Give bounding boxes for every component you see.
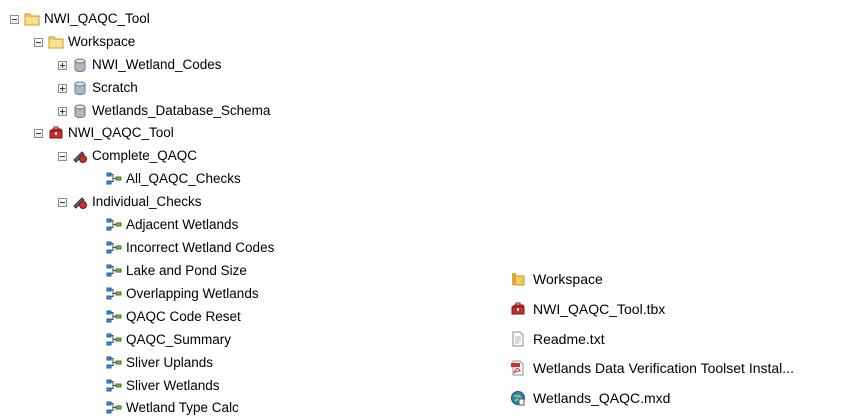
model-icon	[106, 240, 122, 256]
tree-workspace-label: Workspace	[68, 34, 136, 49]
tree-model[interactable]: QAQC Code Reset	[106, 307, 241, 327]
model-icon	[106, 286, 122, 302]
tree-model-label: All_QAQC_Checks	[126, 171, 241, 186]
tree-model[interactable]: Lake and Pond Size	[106, 261, 247, 281]
tree-model-label: Sliver Uplands	[126, 355, 214, 370]
file-label: NWI_QAQC_Tool.tbx	[533, 301, 666, 317]
toolbox-icon	[48, 125, 64, 141]
tree-model[interactable]: Wetland Type Calc	[106, 398, 239, 418]
file-label: Readme.txt	[533, 331, 605, 347]
tree-root[interactable]: NWI_QAQC_Tool	[10, 9, 150, 29]
file-item[interactable]: Wetlands_QAQC.mxd	[510, 387, 670, 409]
tree-database[interactable]: Scratch	[58, 78, 138, 98]
model-icon	[106, 309, 122, 325]
file-label: Wetlands Data Verification Toolset Insta…	[533, 360, 794, 376]
tree-model-label: Incorrect Wetland Codes	[126, 240, 275, 255]
expand-toggle[interactable]	[58, 60, 67, 70]
file-item[interactable]: Workspace	[510, 268, 603, 290]
tree-model[interactable]: Adjacent Wetlands	[106, 215, 238, 235]
collapse-toggle[interactable]	[58, 151, 67, 161]
file-label: Workspace	[533, 271, 603, 287]
tree-toolset-label: Complete_QAQC	[92, 148, 198, 163]
tree-workspace[interactable]: Workspace	[34, 32, 135, 52]
tree-database-label: NWI_Wetland_Codes	[92, 57, 222, 72]
tree-toolset[interactable]: Complete_QAQC	[58, 146, 197, 166]
tree-database-label: Scratch	[92, 80, 138, 95]
toolset-icon	[72, 194, 88, 210]
file-label: Wetlands_QAQC.mxd	[533, 390, 671, 406]
tree-model-label: QAQC_Summary	[126, 332, 232, 347]
database-icon	[72, 103, 88, 119]
file-item[interactable]: Wetlands Data Verification Toolset Insta…	[510, 357, 794, 379]
file-item[interactable]: Readme.txt	[510, 328, 605, 350]
tree-model[interactable]: QAQC_Summary	[106, 330, 231, 350]
tree-model-label: Wetland Type Calc	[126, 400, 239, 415]
tree-model-label: Sliver Wetlands	[126, 378, 220, 393]
tree-model-label: Overlapping Wetlands	[126, 286, 259, 301]
model-icon	[106, 171, 122, 187]
tree-root-label: NWI_QAQC_Tool	[44, 11, 150, 26]
collapse-toggle[interactable]	[10, 14, 19, 24]
tree-toolset[interactable]: Individual_Checks	[58, 192, 202, 212]
tree-model-label: Adjacent Wetlands	[126, 217, 239, 232]
tree-database-label: Wetlands_Database_Schema	[92, 103, 271, 118]
expand-toggle[interactable]	[58, 106, 67, 116]
tree-database[interactable]: Wetlands_Database_Schema	[58, 101, 270, 121]
model-icon	[106, 217, 122, 233]
tree-toolset-label: Individual_Checks	[92, 194, 202, 209]
tree-model[interactable]: Overlapping Wetlands	[106, 284, 259, 304]
model-icon	[106, 332, 122, 348]
folder-icon	[510, 271, 526, 287]
expand-toggle[interactable]	[58, 83, 67, 93]
tree-database[interactable]: NWI_Wetland_Codes	[58, 55, 222, 75]
model-icon	[106, 355, 122, 371]
map-document-icon	[510, 390, 526, 406]
model-icon	[106, 400, 122, 416]
collapse-toggle[interactable]	[34, 128, 43, 138]
tree-toolbox-label: NWI_QAQC_Tool	[68, 125, 174, 140]
file-item[interactable]: NWI_QAQC_Tool.tbx	[510, 298, 665, 320]
pdf-icon	[510, 360, 526, 376]
text-file-icon	[510, 331, 526, 347]
tree-model-label: Lake and Pond Size	[126, 263, 247, 278]
collapse-toggle[interactable]	[58, 197, 67, 207]
tree-model[interactable]: All_QAQC_Checks	[106, 169, 241, 189]
tree-model-label: QAQC Code Reset	[126, 309, 241, 324]
model-icon	[106, 378, 122, 394]
folder-icon	[48, 34, 64, 50]
toolset-icon	[72, 148, 88, 164]
tree-model[interactable]: Sliver Wetlands	[106, 376, 220, 396]
collapse-toggle[interactable]	[34, 37, 43, 47]
tree-model[interactable]: Sliver Uplands	[106, 353, 213, 373]
tree-toolbox[interactable]: NWI_QAQC_Tool	[34, 123, 174, 143]
toolbox-icon	[510, 301, 526, 317]
database-icon	[72, 57, 88, 73]
database-icon	[72, 80, 88, 96]
folder-icon	[24, 11, 40, 27]
model-icon	[106, 263, 122, 279]
tree-model[interactable]: Incorrect Wetland Codes	[106, 238, 274, 258]
